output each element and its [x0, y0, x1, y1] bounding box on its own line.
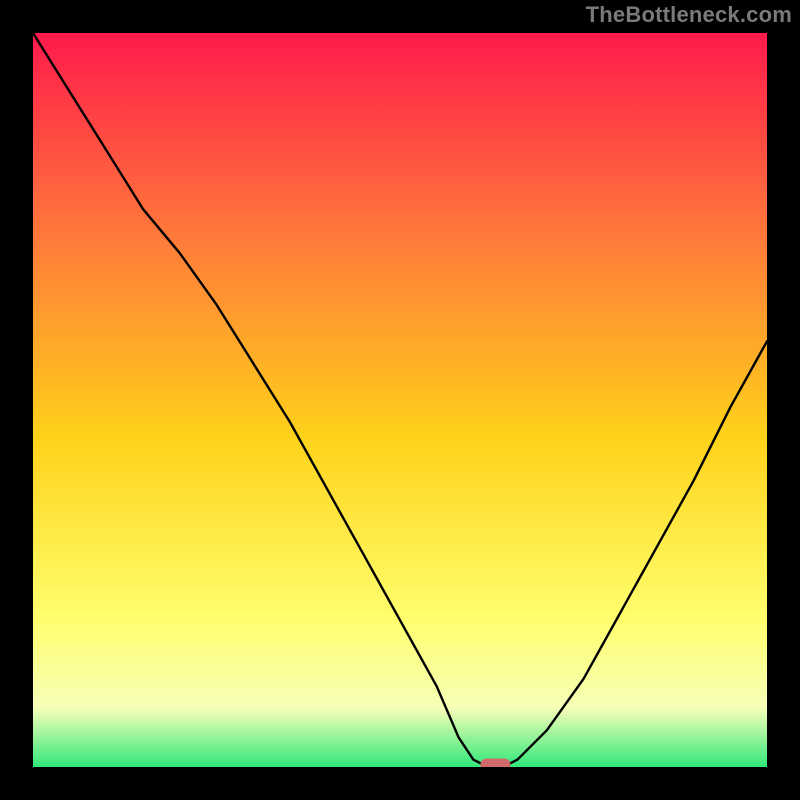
watermark-text: TheBottleneck.com	[586, 2, 792, 28]
plot-svg	[33, 33, 767, 767]
plot-area	[33, 33, 767, 767]
optimum-marker	[480, 759, 510, 768]
chart-frame: TheBottleneck.com	[0, 0, 800, 800]
gradient-background	[33, 33, 767, 767]
